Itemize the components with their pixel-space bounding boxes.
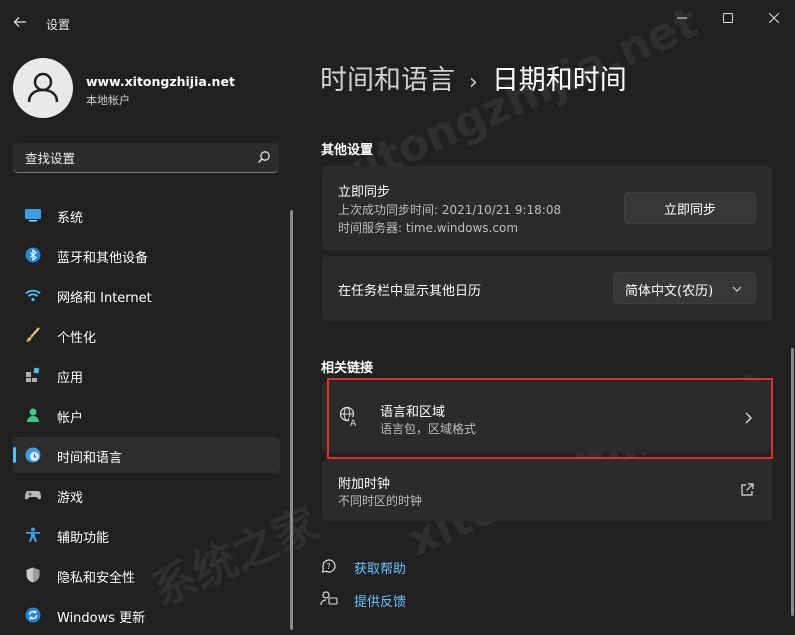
get-help-link[interactable]: 获取帮助 xyxy=(354,558,406,577)
svg-text:?: ? xyxy=(327,562,331,571)
sidebar-item-label: 个性化 xyxy=(57,331,97,346)
minimize-icon xyxy=(677,17,687,19)
section-heading-related-links: 相关链接 xyxy=(321,361,374,376)
sidebar-item-apps[interactable]: 应用 xyxy=(13,357,280,393)
additional-clocks-subtitle: 不同时区的时钟 xyxy=(338,494,423,508)
avatar[interactable] xyxy=(13,58,73,118)
calendar-select-value: 简体中文(农历) xyxy=(625,284,714,299)
sidebar-item-label: 游戏 xyxy=(57,491,84,506)
sidebar-item-label: 蓝牙和其他设备 xyxy=(57,251,149,266)
shield-icon xyxy=(26,567,40,583)
additional-clocks-title: 附加时钟 xyxy=(338,477,391,492)
sidebar-item-personalization[interactable]: 个性化 xyxy=(13,317,280,353)
sidebar-item-label: 辅助功能 xyxy=(57,531,110,546)
breadcrumb: 时间和语言 › 日期和时间 xyxy=(320,58,627,97)
calendar-label: 在任务栏中显示其他日历 xyxy=(338,284,482,299)
sidebar-item-system[interactable]: 系统 xyxy=(13,197,280,233)
main-scrollbar[interactable] xyxy=(791,348,794,616)
back-button[interactable] xyxy=(8,10,32,34)
gamepad-icon xyxy=(25,491,41,500)
sidebar-item-gaming[interactable]: 游戏 xyxy=(13,477,280,513)
sidebar-item-privacy[interactable]: 隐私和安全性 xyxy=(13,557,280,593)
sidebar-item-label: 时间和语言 xyxy=(57,451,123,466)
person-icon xyxy=(27,72,59,103)
sidebar-item-label: 帐户 xyxy=(57,411,84,426)
search-icon[interactable] xyxy=(257,150,271,164)
account-type: 本地帐户 xyxy=(86,94,130,107)
help-icon: ? xyxy=(321,559,336,573)
external-link-icon xyxy=(741,483,754,496)
section-heading-other-settings: 其他设置 xyxy=(321,143,374,158)
maximize-icon xyxy=(723,13,733,23)
sidebar-item-label: 隐私和安全性 xyxy=(57,571,136,586)
sync-card: 立即同步 上次成功同步时间: 2021/10/21 9:18:08 时间服务器:… xyxy=(322,166,772,250)
brush-icon xyxy=(26,327,40,342)
sidebar-item-windows-update[interactable]: Windows 更新 xyxy=(13,597,280,633)
breadcrumb-parent[interactable]: 时间和语言 xyxy=(320,65,455,96)
sync-now-button[interactable]: 立即同步 xyxy=(624,192,756,224)
sidebar-scrollbar[interactable] xyxy=(290,210,293,630)
close-button[interactable] xyxy=(751,4,795,32)
monitor-icon xyxy=(25,209,41,222)
chevron-down-icon xyxy=(732,286,742,292)
calendar-select[interactable]: 简体中文(农历) xyxy=(613,272,756,304)
sidebar-item-accessibility[interactable]: 辅助功能 xyxy=(13,517,280,553)
person-icon xyxy=(27,408,39,422)
sidebar-item-time-language[interactable]: 时间和语言 xyxy=(13,437,280,473)
minimize-button[interactable] xyxy=(659,4,705,32)
accessibility-icon xyxy=(26,527,40,542)
page-title: 日期和时间 xyxy=(491,65,627,96)
search-input[interactable] xyxy=(23,143,247,174)
sidebar-item-label: 系统 xyxy=(57,211,84,226)
apps-icon xyxy=(26,367,40,382)
search-box[interactable] xyxy=(13,143,279,174)
active-indicator xyxy=(13,447,16,463)
sidebar-item-label: 网络和 Internet xyxy=(57,291,152,306)
sidebar-item-network[interactable]: 网络和 Internet xyxy=(13,277,280,313)
title-bar: 设置 xyxy=(0,0,795,44)
wifi-icon xyxy=(25,289,41,302)
maximize-button[interactable] xyxy=(705,4,751,32)
profile-name: www.xitongzhijia.net xyxy=(86,74,235,89)
calendar-card: 在任务栏中显示其他日历 简体中文(农历) xyxy=(322,256,772,321)
highlight-box xyxy=(327,378,773,459)
time-server: 时间服务器: time.windows.com xyxy=(338,221,519,235)
feedback-icon xyxy=(320,591,338,606)
last-sync-time: 上次成功同步时间: 2021/10/21 9:18:08 xyxy=(338,203,562,217)
bluetooth-icon xyxy=(25,247,41,263)
additional-clocks-card[interactable]: 附加时钟 不同时区的时钟 xyxy=(322,459,772,521)
arrow-left-icon xyxy=(13,17,26,27)
window-title: 设置 xyxy=(46,18,71,32)
sidebar-item-label: 应用 xyxy=(57,371,84,386)
sync-title: 立即同步 xyxy=(338,185,391,200)
sidebar-item-label: Windows 更新 xyxy=(57,611,146,626)
sidebar-item-bluetooth[interactable]: 蓝牙和其他设备 xyxy=(13,237,280,273)
update-icon xyxy=(25,607,41,623)
sidebar-item-accounts[interactable]: 帐户 xyxy=(13,397,280,433)
breadcrumb-separator: › xyxy=(469,70,478,95)
clock-globe-icon xyxy=(25,447,41,463)
feedback-link[interactable]: 提供反馈 xyxy=(354,591,406,610)
close-icon xyxy=(769,13,779,23)
